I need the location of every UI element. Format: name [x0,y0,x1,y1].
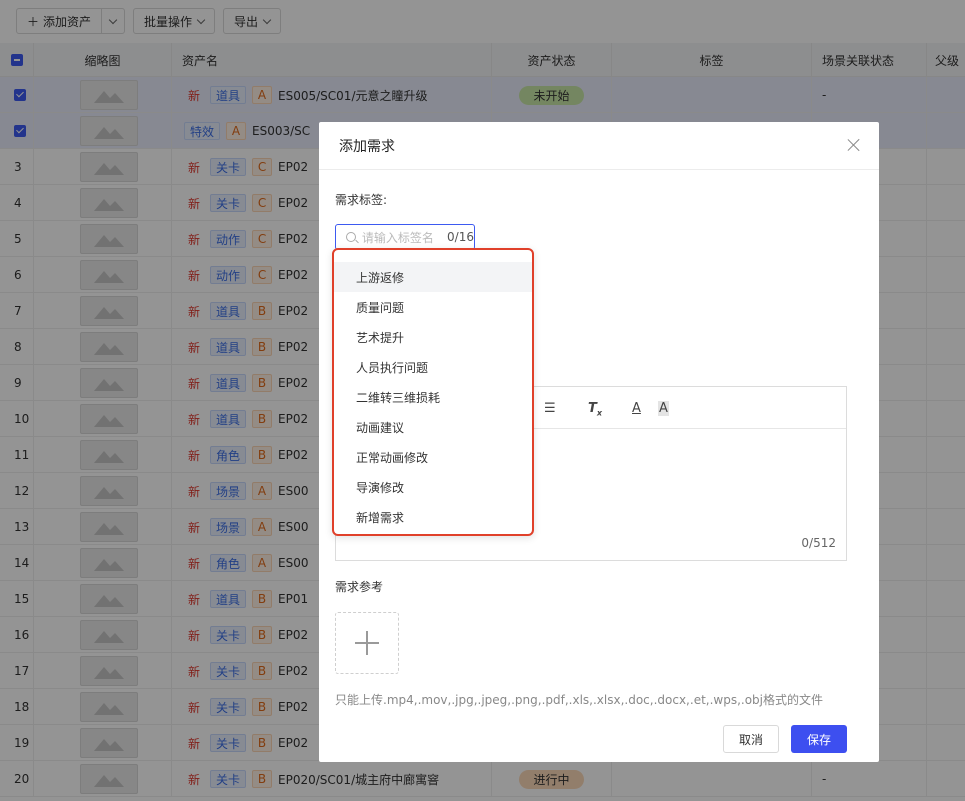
tag-option[interactable]: 艺术提升 [334,322,532,352]
tag-search-input[interactable]: 请输入标签名 0/16 [335,224,475,250]
tag-dropdown: 上游返修 质量问题 艺术提升 人员执行问题 二维转三维损耗 动画建议 正常动画修改 导演修改新… [332,248,534,536]
tag-option[interactable]: 人员执行问题 [334,352,532,382]
background-color-icon[interactable]: A [658,401,669,416]
tag-dropdown-list: 上游返修 质量问题 艺术提升 人员执行问题 二维转三维损耗 动画建议 正常动画修改 导演修改新… [334,262,532,532]
tag-option[interactable]: 导演修改 [334,472,532,502]
upload-hint: 只能上传.mp4,.mov,.jpg,.jpeg,.png,.pdf,.xls,… [335,693,824,707]
tag-option[interactable]: 动画建议 [334,412,532,442]
tag-input-placeholder: 请输入标签名 [361,230,434,245]
dialog-title: 添加需求 [339,138,395,155]
plus-icon [355,631,379,655]
cancel-button[interactable]: 取消 [723,725,779,753]
tag-option[interactable]: 新增需求 [334,502,532,532]
tag-option[interactable]: 正常动画修改 [334,442,532,472]
align-icon[interactable]: ☰ [544,401,556,416]
editor-char-count: 0/512 [801,536,836,550]
search-icon [346,232,356,242]
tag-option[interactable]: 上游返修 [334,262,532,292]
dialog-header: 添加需求 [319,122,879,170]
reference-label: 需求参考 [335,580,384,594]
clear-format-icon[interactable]: Tx [588,401,602,418]
tag-char-count: 0/16 [447,230,474,244]
tag-option[interactable]: 二维转三维损耗 [334,382,532,412]
save-button[interactable]: 保存 [791,725,847,753]
tag-option[interactable]: 质量问题 [334,292,532,322]
close-icon[interactable] [845,136,863,154]
upload-button[interactable] [335,612,399,674]
font-color-icon[interactable]: A [632,401,641,416]
tag-label: 需求标签: [335,193,388,207]
